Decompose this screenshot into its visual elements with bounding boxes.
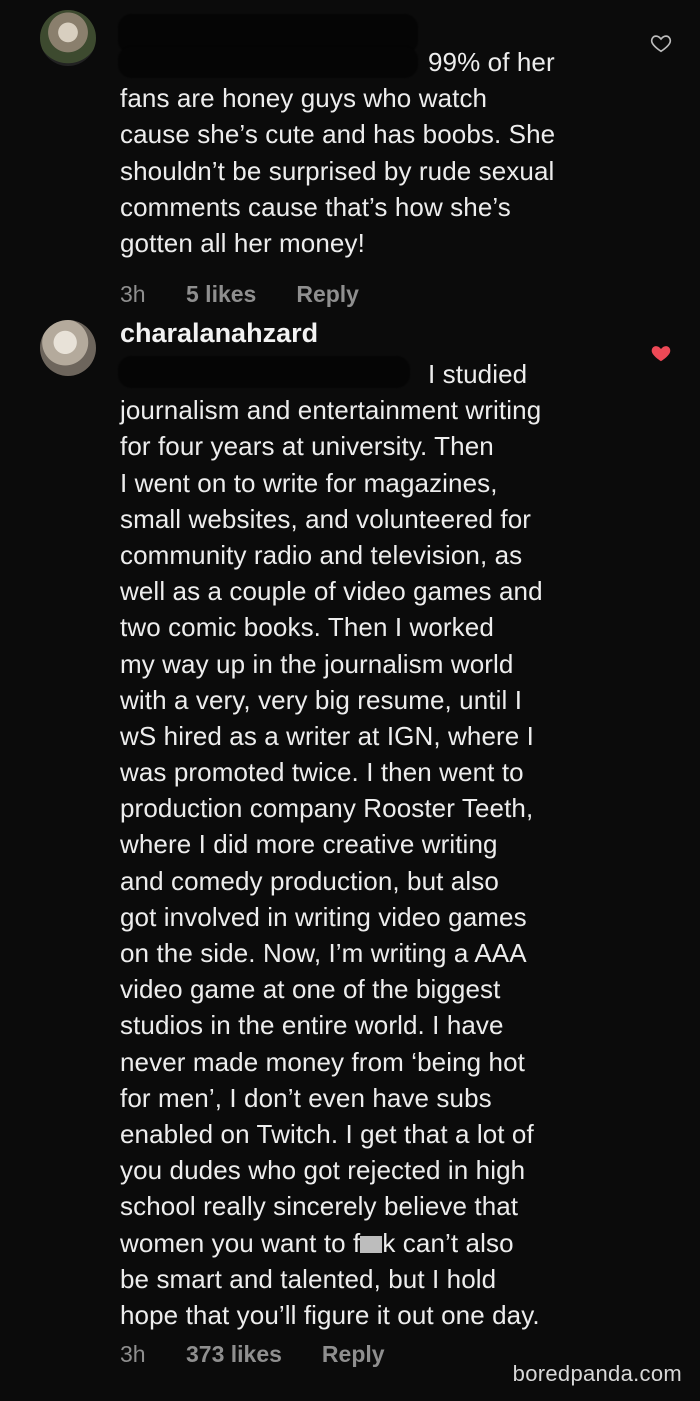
- comment-line-censored: women you want to f k can’t also: [120, 1225, 640, 1261]
- comment-line: fans are honey guys who watch: [120, 83, 488, 114]
- username[interactable]: charalanahzard: [120, 318, 318, 349]
- comment-line: you dudes who got rejected in high: [120, 1155, 526, 1186]
- comment-line: enabled on Twitch. I get that a lot of: [120, 1118, 534, 1149]
- comment-line: journalism and entertainment writing: [120, 395, 542, 426]
- comment-meta: 3h 373 likes Reply: [120, 1341, 385, 1368]
- comment-line: be smart and talented, but I hold: [120, 1263, 497, 1294]
- watermark: boredpanda.com: [512, 1361, 682, 1386]
- comment-line: I went on to write for magazines,: [120, 467, 498, 498]
- comment-line: hope that you’ll figure it out one day.: [120, 1299, 540, 1330]
- comment-line: never made money from ‘being hot: [120, 1046, 525, 1077]
- avatar[interactable]: [40, 320, 96, 376]
- comment-meta: 3h 5 likes Reply: [120, 281, 359, 308]
- comment-line: comments cause that’s how she’s: [120, 191, 511, 222]
- comment-line: where I did more creative writing: [120, 829, 498, 860]
- comment-line: for men’, I don’t even have subs: [120, 1082, 492, 1113]
- comment-line: for four years at university. Then: [120, 431, 494, 462]
- likes-count[interactable]: 373 likes: [186, 1341, 282, 1368]
- comment-line: studios in the entire world. I have: [120, 1010, 504, 1041]
- likes-count[interactable]: 5 likes: [186, 281, 256, 308]
- comment-line: with a very, very big resume, until I: [120, 684, 523, 715]
- comment-line: video game at one of the biggest: [120, 974, 501, 1005]
- comment-line: production company Rooster Teeth,: [120, 793, 534, 824]
- comment-line: well as a couple of video games and: [120, 576, 543, 607]
- censored-prefix: women you want to f: [120, 1227, 361, 1258]
- comment-line: cause she’s cute and has boobs. She: [120, 119, 556, 150]
- reply-button[interactable]: Reply: [296, 281, 359, 308]
- comment-time: 3h: [120, 281, 146, 307]
- comment-line: small websites, and volunteered for: [120, 503, 532, 534]
- comment-line: got involved in writing video games: [120, 901, 527, 932]
- comment-line: I studied: [428, 359, 528, 389]
- comment-line: community radio and television, as: [120, 539, 523, 570]
- comment-line: was promoted twice. I then went to: [120, 757, 524, 788]
- comment-line: wS hired as a writer at IGN, where I: [120, 720, 534, 751]
- heart-filled-icon[interactable]: [650, 342, 672, 364]
- comment-line: school really sincerely believe that: [120, 1191, 519, 1222]
- heart-outline-icon[interactable]: [650, 32, 672, 54]
- comment-line: and comedy production, but also: [120, 865, 499, 896]
- censor-block: [360, 1235, 383, 1253]
- comment-line: two comic books. Then I worked: [120, 612, 494, 643]
- comment-text: I studied journalism and entertainment w…: [120, 356, 640, 1333]
- comment-time: 3h: [120, 1341, 146, 1367]
- comment-text: 99% of her fans are honey guys who watch…: [120, 44, 640, 261]
- comment-line: shouldn’t be surprised by rude sexual: [120, 155, 555, 186]
- comment-line: gotten all her money!: [120, 227, 365, 258]
- comment-line: 99% of her: [428, 47, 555, 77]
- reply-button[interactable]: Reply: [322, 1341, 385, 1368]
- comment-line: my way up in the journalism world: [120, 648, 514, 679]
- avatar[interactable]: [40, 10, 96, 66]
- censored-suffix: k can’t also: [382, 1227, 514, 1258]
- comment-line: on the side. Now, I’m writing a AAA: [120, 938, 527, 968]
